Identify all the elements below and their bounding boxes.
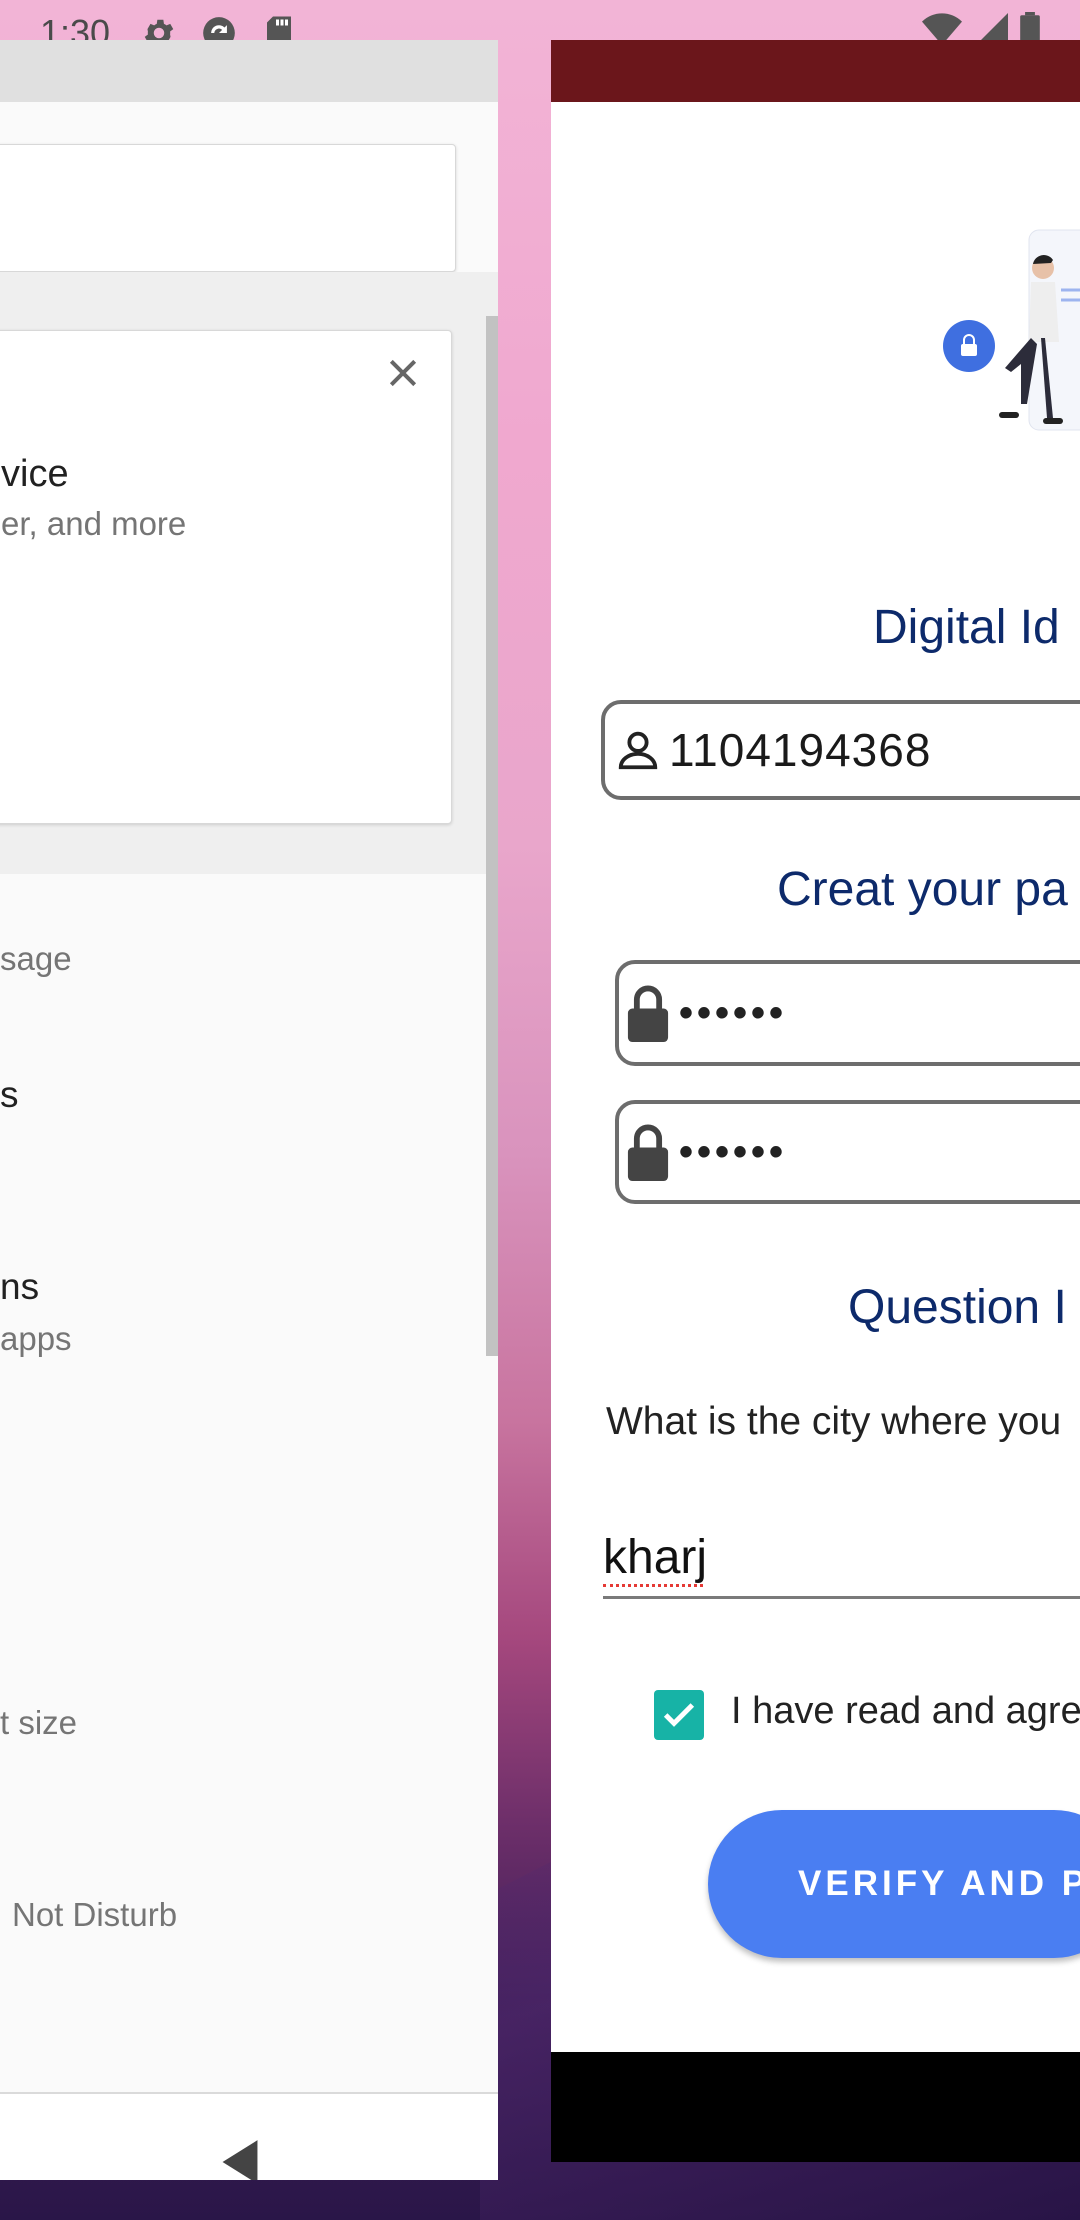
spellcheck-underline	[603, 1584, 703, 1587]
app-bottom-bar	[551, 2052, 1080, 2162]
lock-icon	[625, 1123, 671, 1181]
digital-id-heading: Digital Id	[873, 601, 1060, 654]
settings-item-apps-subtitle[interactable]: apps	[0, 1320, 72, 1358]
security-answer-input[interactable]: kharj	[603, 1530, 707, 1585]
settings-item-display-subtitle[interactable]: t size	[0, 1704, 77, 1742]
create-password-heading: Creat your pa	[777, 863, 1068, 916]
settings-item-title[interactable]: s	[0, 1074, 19, 1116]
security-illustration	[941, 220, 1080, 460]
digital-id-field[interactable]: 1104194368	[601, 700, 1080, 800]
lock-icon	[625, 984, 671, 1042]
app-window[interactable]: Digital Id 1104194368 Creat your pa ••••…	[551, 40, 1080, 2162]
confirm-password-value: ••••••	[679, 1129, 788, 1174]
answer-field-underline	[603, 1596, 1080, 1599]
security-question-heading: Question I	[848, 1281, 1067, 1334]
settings-search-bar[interactable]	[0, 144, 456, 272]
settings-item-sound-subtitle[interactable]: Not Disturb	[12, 1896, 177, 1934]
settings-window-titlebar[interactable]	[0, 40, 498, 102]
password-field[interactable]: ••••••	[615, 960, 1080, 1066]
digital-id-value: 1104194368	[669, 724, 932, 776]
person-icon	[615, 727, 661, 773]
close-icon[interactable]	[383, 353, 423, 393]
agree-terms-label[interactable]: I have read and agree	[731, 1690, 1080, 1733]
settings-window[interactable]: vice er, and more sage s ns apps t size …	[0, 40, 498, 2180]
agree-checkbox[interactable]	[654, 1690, 704, 1740]
confirm-password-field[interactable]: ••••••	[615, 1100, 1080, 1204]
app-window-titlebar[interactable]	[551, 40, 1080, 102]
settings-scrollbar[interactable]	[486, 316, 498, 1356]
password-value: ••••••	[679, 990, 788, 1035]
verify-and-proceed-button[interactable]: VERIFY AND PI	[708, 1810, 1080, 1958]
settings-item-apps-title[interactable]: ns	[0, 1266, 39, 1308]
suggestion-card[interactable]: vice er, and more	[0, 330, 452, 824]
settings-item-storage-subtitle[interactable]: sage	[0, 940, 72, 978]
security-question-text: What is the city where you	[606, 1400, 1062, 1443]
checkmark-icon	[663, 1703, 695, 1727]
back-icon[interactable]	[218, 2138, 262, 2180]
suggestion-subtitle: er, and more	[1, 505, 187, 542]
suggestion-title: vice	[1, 453, 69, 495]
navigation-bar	[0, 2092, 498, 2180]
